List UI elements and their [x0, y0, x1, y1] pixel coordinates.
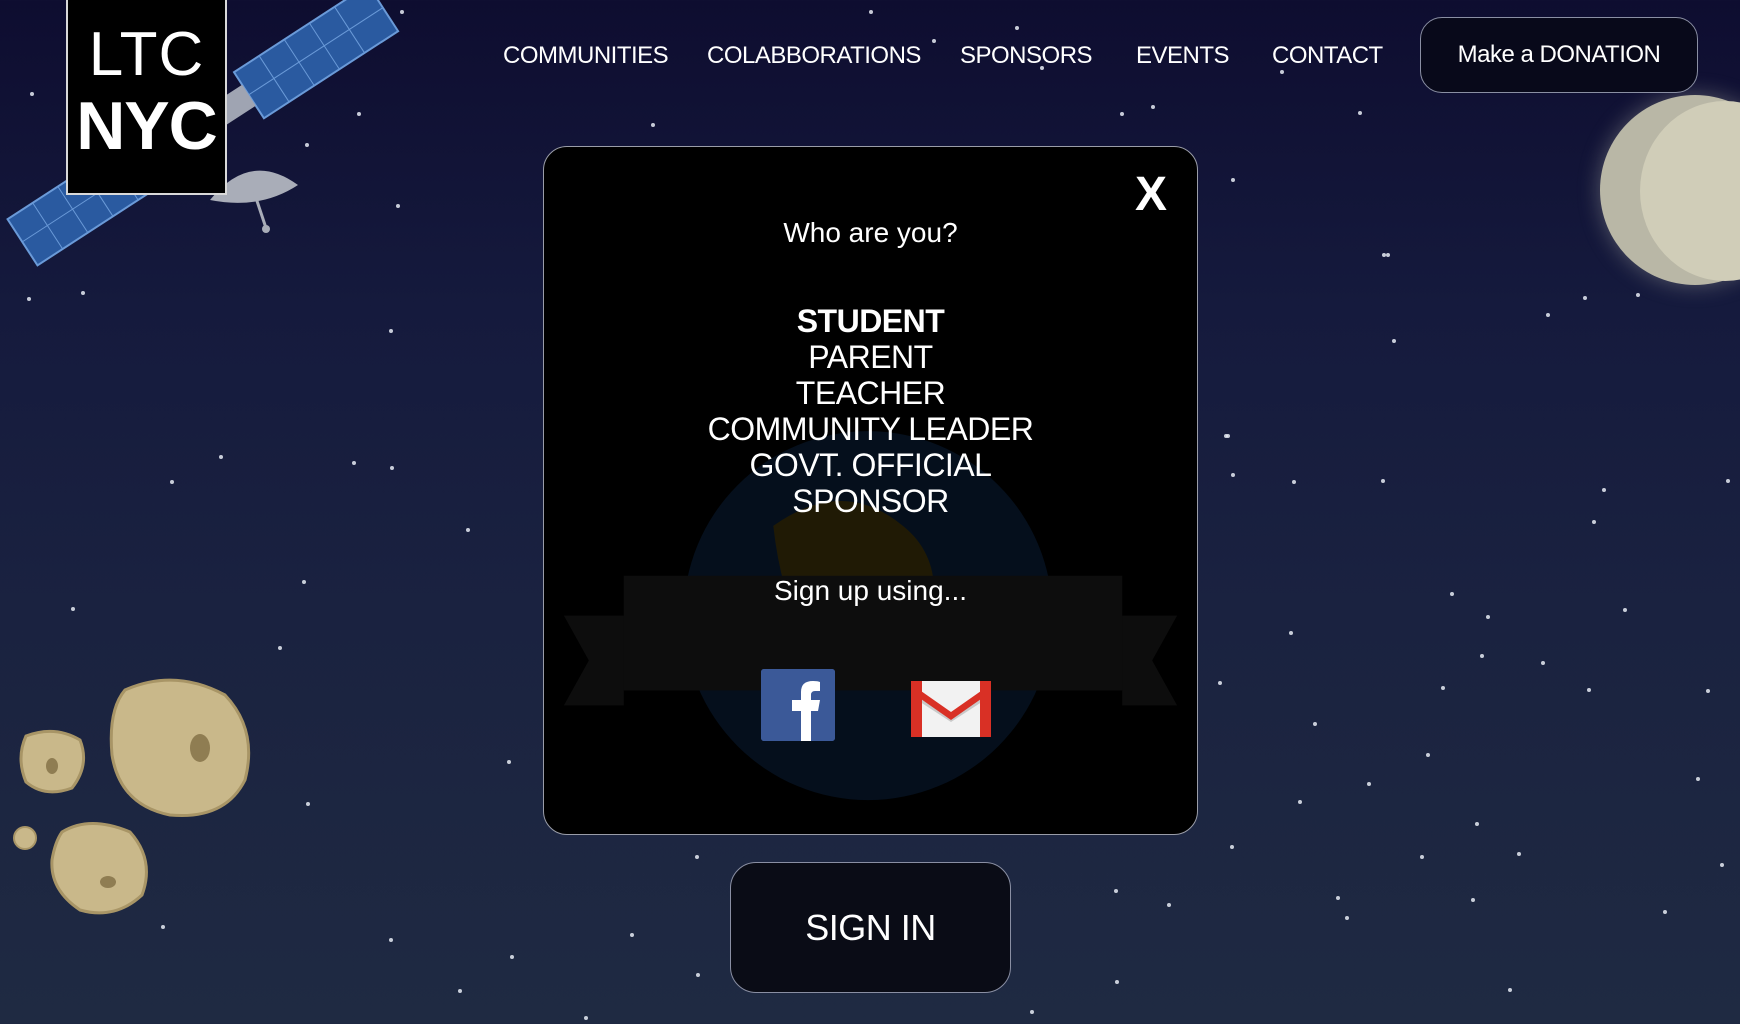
star [1426, 753, 1430, 757]
star [1345, 916, 1349, 920]
star [1450, 592, 1454, 596]
role-community-leader[interactable]: COMMUNITY LEADER [544, 411, 1197, 447]
star [458, 989, 462, 993]
star [695, 855, 699, 859]
star [71, 607, 75, 611]
ltc-nyc-logo[interactable]: LTC NYC [66, 0, 227, 195]
star [466, 528, 470, 532]
star [389, 938, 393, 942]
moon-decoration [1600, 95, 1740, 285]
star [1592, 520, 1596, 524]
star [1602, 488, 1606, 492]
star [1420, 855, 1424, 859]
star [1587, 688, 1591, 692]
star [1298, 800, 1302, 804]
role-teacher[interactable]: TEACHER [544, 375, 1197, 411]
star [1726, 479, 1730, 483]
star [306, 802, 310, 806]
signup-prompt: Sign up using... [773, 575, 968, 606]
star [696, 973, 700, 977]
star [1226, 434, 1230, 438]
star [1336, 896, 1340, 900]
role-sponsor[interactable]: SPONSOR [544, 483, 1197, 519]
star [1231, 473, 1235, 477]
star [1486, 615, 1490, 619]
star [400, 10, 404, 14]
star [1367, 782, 1371, 786]
star [1231, 178, 1235, 182]
star [1151, 105, 1155, 109]
star [1392, 339, 1396, 343]
star [630, 933, 634, 937]
logo-line-2: NYC [76, 88, 218, 164]
star [1720, 863, 1724, 867]
star [1386, 253, 1390, 257]
star [352, 461, 356, 465]
facebook-signup-button[interactable] [761, 669, 835, 741]
star [389, 329, 393, 333]
role-list: STUDENT PARENT TEACHER COMMUNITY LEADER … [544, 303, 1197, 519]
nav-events[interactable]: EVENTS [1136, 42, 1230, 70]
nav-contact[interactable]: CONTACT [1272, 42, 1383, 70]
star [584, 1016, 588, 1020]
gmail-signup-button[interactable] [910, 678, 992, 738]
star [651, 123, 655, 127]
star [1313, 722, 1317, 726]
star [1167, 903, 1171, 907]
star [510, 955, 514, 959]
star [1015, 26, 1019, 30]
star [1583, 296, 1587, 300]
signup-modal: X Who are you? STUDENT PARENT TEACHER CO… [543, 146, 1198, 835]
star [1289, 631, 1293, 635]
who-are-you-heading: Who are you? [783, 217, 958, 248]
star [1358, 111, 1362, 115]
facebook-icon [761, 669, 835, 741]
role-parent[interactable]: PARENT [544, 339, 1197, 375]
star [1508, 988, 1512, 992]
role-govt-official[interactable]: GOVT. OFFICIAL [544, 447, 1197, 483]
star [1120, 112, 1124, 116]
sign-in-button[interactable]: SIGN IN [730, 862, 1011, 993]
logo-line-1: LTC [88, 20, 205, 89]
nav-sponsors[interactable]: SPONSORS [960, 42, 1093, 70]
star [1471, 898, 1475, 902]
star [1636, 293, 1640, 297]
star [1441, 686, 1445, 690]
star [1114, 889, 1118, 893]
star [1292, 480, 1296, 484]
star [1696, 777, 1700, 781]
star [1230, 845, 1234, 849]
star [390, 466, 394, 470]
star [81, 291, 85, 295]
star [1115, 980, 1119, 984]
star [1706, 689, 1710, 693]
star [27, 297, 31, 301]
star [1475, 822, 1479, 826]
star [1546, 313, 1550, 317]
star [1030, 1010, 1034, 1014]
star [1541, 661, 1545, 665]
donate-button[interactable]: Make a DONATION [1420, 17, 1698, 93]
close-button[interactable]: X [1135, 167, 1167, 222]
star [1218, 681, 1222, 685]
star [507, 760, 511, 764]
star [219, 455, 223, 459]
star [170, 480, 174, 484]
star [1480, 654, 1484, 658]
nav-colabborations[interactable]: COLABBORATIONS [707, 42, 921, 70]
nav-communities[interactable]: COMMUNITIES [503, 42, 669, 70]
star [1381, 479, 1385, 483]
star [869, 10, 873, 14]
asteroids-decoration [13, 678, 251, 915]
gmail-icon [911, 681, 991, 737]
star [1623, 608, 1627, 612]
star [302, 580, 306, 584]
star [1663, 910, 1667, 914]
role-student[interactable]: STUDENT [544, 303, 1197, 339]
star [1517, 852, 1521, 856]
star [278, 646, 282, 650]
